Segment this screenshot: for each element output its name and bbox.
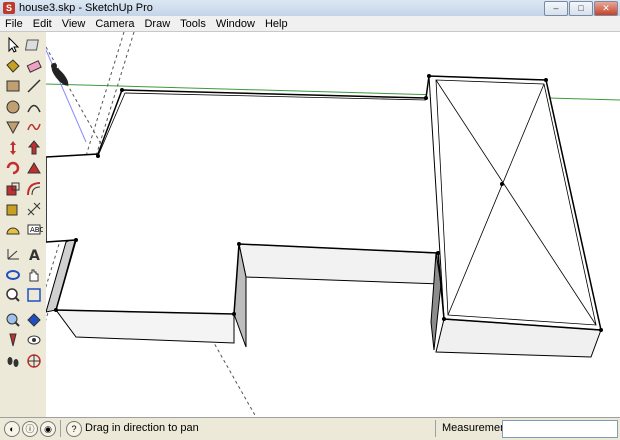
section-plane-icon[interactable]	[25, 352, 43, 370]
window-controls: – □ ✕	[544, 1, 618, 16]
menu-edit[interactable]: Edit	[28, 18, 57, 30]
previous-view-icon[interactable]	[25, 311, 43, 329]
large-tool-set: ABC A	[0, 32, 47, 417]
move-icon[interactable]	[4, 139, 22, 157]
status-separator	[60, 420, 61, 437]
maximize-button[interactable]: □	[569, 1, 593, 16]
circle-icon[interactable]	[4, 98, 22, 116]
zoom-icon[interactable]	[4, 286, 22, 304]
model-canvas[interactable]	[46, 32, 620, 417]
follow-me-icon[interactable]	[25, 159, 43, 177]
svg-text:ABC: ABC	[30, 226, 43, 234]
help-icon[interactable]: ?	[66, 421, 82, 437]
rotate-icon[interactable]	[4, 159, 22, 177]
roof-top-face[interactable]	[46, 75, 602, 331]
geo-location-icon[interactable]: ◐	[4, 421, 20, 437]
scale-icon[interactable]	[4, 180, 22, 198]
minimize-button[interactable]: –	[544, 1, 568, 16]
pan-icon[interactable]	[25, 266, 43, 284]
menu-tools[interactable]: Tools	[175, 18, 211, 30]
user-icon[interactable]: ◉	[40, 421, 56, 437]
menu-help[interactable]: Help	[260, 18, 293, 30]
look-around-icon[interactable]	[25, 331, 43, 349]
select-tool-icon[interactable]	[4, 36, 22, 54]
menu-camera[interactable]: Camera	[90, 18, 139, 30]
dimension-icon[interactable]	[25, 200, 43, 218]
window-title: house3.skp - SketchUp Pro	[19, 2, 153, 14]
close-button[interactable]: ✕	[594, 1, 618, 16]
push-pull-icon[interactable]	[25, 139, 43, 157]
eraser-icon[interactable]	[25, 57, 43, 75]
credits-icon[interactable]: ⓘ	[22, 421, 38, 437]
menu-view[interactable]: View	[57, 18, 91, 30]
status-hint: Drag in direction to pan	[85, 422, 199, 434]
sketchup-app-icon: S	[3, 2, 15, 14]
measurements-input[interactable]	[502, 420, 618, 438]
position-camera-icon[interactable]	[4, 331, 22, 349]
freehand-icon[interactable]	[25, 118, 43, 136]
paint-bucket-icon[interactable]	[4, 57, 22, 75]
svg-text:A: A	[29, 248, 40, 263]
status-bar: ◐ ⓘ ◉ ? Drag in direction to pan Measure…	[0, 417, 620, 440]
axes-icon[interactable]	[4, 245, 22, 263]
offset-icon[interactable]	[25, 180, 43, 198]
menu-file[interactable]: File	[0, 18, 28, 30]
arc-icon[interactable]	[25, 98, 43, 116]
front-wall-left	[54, 309, 235, 344]
status-separator	[435, 420, 436, 437]
make-component-icon[interactable]	[25, 36, 43, 54]
3d-text-icon[interactable]: A	[25, 245, 43, 263]
walk-icon[interactable]	[4, 352, 22, 370]
rectangle-icon[interactable]	[4, 77, 22, 95]
text-icon[interactable]: ABC	[25, 221, 43, 239]
title-bar: S house3.skp - SketchUp Pro – □ ✕	[0, 0, 620, 16]
orbit-icon[interactable]	[4, 266, 22, 284]
zoom-extents-icon[interactable]	[4, 311, 22, 329]
menu-bar: File Edit View Camera Draw Tools Window …	[0, 16, 620, 32]
menu-window[interactable]: Window	[211, 18, 260, 30]
drawing-viewport[interactable]	[46, 32, 620, 417]
polygon-icon[interactable]	[4, 118, 22, 136]
menu-draw[interactable]: Draw	[139, 18, 175, 30]
line-icon[interactable]	[25, 77, 43, 95]
zoom-window-icon[interactable]	[25, 286, 43, 304]
protractor-icon[interactable]	[4, 221, 22, 239]
tape-measure-icon[interactable]	[4, 200, 22, 218]
